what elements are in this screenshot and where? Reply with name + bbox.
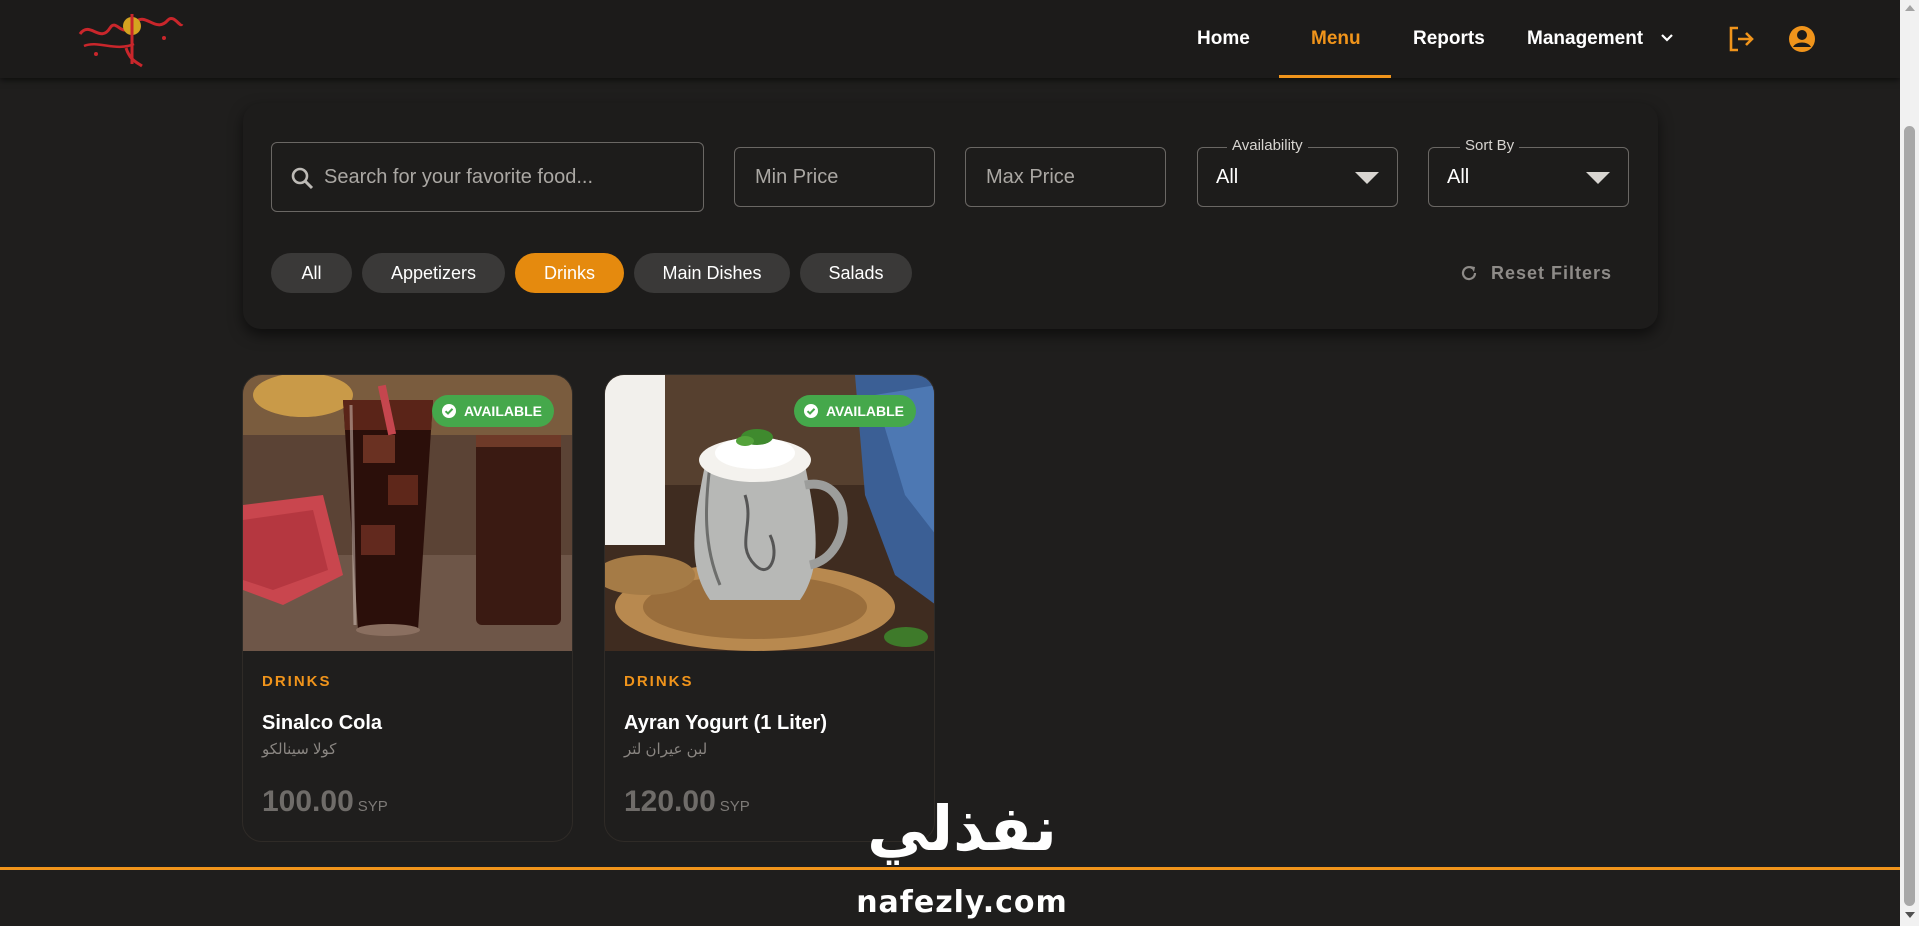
availability-badge: AVAILABLE	[431, 395, 554, 427]
search-placeholder: Search for your favorite food...	[324, 166, 594, 188]
scrollbar-thumb[interactable]	[1904, 126, 1915, 906]
item-name: Sinalco Cola	[262, 712, 383, 734]
nav-menu[interactable]: Menu	[1311, 0, 1361, 78]
badge-label: AVAILABLE	[463, 403, 542, 419]
dropdown-arrow-icon	[1355, 172, 1379, 184]
item-category: DRINKS	[624, 673, 694, 690]
availability-select[interactable]: Availability All	[1197, 137, 1398, 207]
filter-panel	[243, 103, 1658, 329]
category-chip-drinks[interactable]: Drinks	[515, 253, 624, 293]
account-circle-icon[interactable]	[1787, 24, 1817, 54]
price-currency: SYP	[357, 798, 388, 815]
search-input[interactable]: Search for your favorite food...	[271, 142, 704, 212]
active-tab-indicator	[1279, 75, 1391, 78]
scroll-up-arrow-icon[interactable]	[1905, 5, 1915, 11]
category-chip-appetizers[interactable]: Appetizers	[362, 253, 505, 293]
restaurant-logo[interactable]	[76, 4, 186, 70]
watermark-arabic: نفذلي	[867, 792, 1057, 865]
dropdown-arrow-icon	[1586, 172, 1610, 184]
max-price-placeholder: Max Price	[986, 166, 1075, 188]
search-icon	[290, 166, 314, 190]
footer-divider	[0, 867, 1900, 870]
refresh-icon	[1461, 265, 1477, 281]
sort-by-value: All	[1447, 166, 1470, 188]
min-price-input[interactable]: Min Price	[734, 147, 935, 207]
item-price: 120.00 SYP	[624, 785, 750, 819]
min-price-placeholder: Min Price	[755, 166, 839, 188]
vertical-scrollbar[interactable]	[1900, 0, 1919, 926]
price-value: 120.00	[624, 785, 716, 818]
category-chip-main-dishes[interactable]: Main Dishes	[634, 253, 790, 293]
price-value: 100.00	[262, 785, 354, 818]
item-price: 100.00 SYP	[262, 785, 388, 819]
nav-reports[interactable]: Reports	[1413, 0, 1485, 78]
category-chip-salads[interactable]: Salads	[800, 253, 912, 293]
chevron-down-icon[interactable]	[1659, 30, 1675, 46]
item-name: Ayran Yogurt (1 Liter)	[624, 712, 827, 734]
availability-label: Availability	[1227, 137, 1308, 154]
item-category: DRINKS	[262, 673, 332, 690]
badge-label: AVAILABLE	[825, 403, 904, 419]
cola-drink-image: AVAILABLE	[243, 375, 572, 651]
menu-item-card[interactable]: AVAILABLE DRINKS Sinalco Cola كولا سينال…	[242, 374, 573, 842]
price-currency: SYP	[719, 798, 750, 815]
top-navbar: Home Menu Reports Management	[0, 0, 1900, 78]
availability-value: All	[1216, 166, 1239, 188]
availability-badge: AVAILABLE	[793, 395, 916, 427]
nav-management[interactable]: Management	[1527, 0, 1643, 78]
item-name-arabic: لبن عيران لتر	[624, 741, 708, 758]
nav-home[interactable]: Home	[1197, 0, 1250, 78]
reset-filters-label: Reset Filters	[1491, 263, 1613, 283]
item-name-arabic: كولا سينالكو	[262, 741, 337, 758]
menu-item-card[interactable]: AVAILABLE DRINKS Ayran Yogurt (1 Liter) …	[604, 374, 935, 842]
logout-icon[interactable]	[1726, 24, 1756, 54]
ayran-drink-image: AVAILABLE	[605, 375, 934, 651]
sort-by-select[interactable]: Sort By All	[1428, 137, 1629, 207]
scroll-down-arrow-icon[interactable]	[1905, 912, 1915, 918]
max-price-input[interactable]: Max Price	[965, 147, 1166, 207]
check-circle-icon	[441, 404, 456, 418]
watermark-latin: nafezly.com	[856, 885, 1068, 920]
category-chip-all[interactable]: All	[271, 253, 352, 293]
check-circle-icon	[803, 404, 818, 418]
